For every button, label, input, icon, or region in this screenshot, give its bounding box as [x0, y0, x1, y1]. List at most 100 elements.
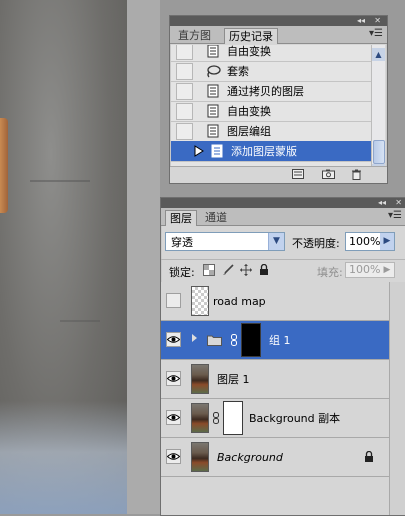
history-item-label: 自由变换 — [227, 105, 271, 118]
expand-triangle-icon[interactable] — [191, 333, 198, 346]
history-item-label: 图层编组 — [227, 125, 271, 138]
history-item-label: 添加图层蒙版 — [231, 145, 297, 158]
layer-lock-icon — [364, 450, 374, 465]
history-item[interactable]: 自由变换 — [171, 101, 371, 122]
wall-texture — [60, 320, 100, 322]
history-item-label: 自由变换 — [227, 45, 271, 58]
lock-label: 锁定: — [169, 266, 195, 279]
tab-history[interactable]: 历史记录 — [224, 28, 278, 44]
history-state-icon — [209, 143, 225, 159]
history-item[interactable]: 自由变换 — [171, 45, 371, 62]
collapse-icon[interactable]: ◂◂ — [357, 16, 365, 26]
lock-transparency-icon[interactable] — [203, 264, 215, 276]
canvas-figure — [0, 118, 8, 213]
history-snapshot-checkbox[interactable] — [176, 62, 193, 80]
opacity-label: 不透明度: — [292, 237, 340, 250]
chevron-down-icon[interactable]: ▼ — [268, 233, 284, 250]
layer-name[interactable]: Background — [217, 451, 283, 464]
history-item[interactable]: 通过拷贝的图层 — [171, 81, 371, 102]
lock-all-icon[interactable] — [258, 263, 270, 276]
history-state-icon — [205, 123, 221, 139]
document-canvas[interactable] — [0, 0, 127, 514]
blend-mode-value: 穿透 — [171, 236, 193, 249]
layer-mask-thumbnail[interactable] — [241, 323, 261, 357]
layer-row-background-copy[interactable]: Background 副本 — [161, 399, 389, 438]
scroll-up-icon[interactable]: ▲ — [372, 48, 385, 61]
visibility-toggle[interactable] — [166, 293, 181, 308]
eye-icon[interactable] — [166, 449, 181, 464]
panel-menu-icon[interactable]: ▾☰ — [369, 28, 383, 39]
lasso-icon — [205, 63, 221, 79]
history-item-selected[interactable]: 添加图层蒙版 — [171, 141, 371, 162]
layer-name[interactable]: 图层 1 — [217, 371, 250, 387]
history-item-label: 通过拷贝的图层 — [227, 85, 304, 98]
history-scrollbar[interactable]: ▲ ▼ — [371, 45, 385, 177]
link-chain-icon[interactable] — [213, 412, 219, 424]
history-snapshot-checkbox[interactable] — [176, 102, 193, 120]
layer-row-layer-1[interactable]: 图层 1 — [161, 360, 389, 399]
close-icon[interactable]: ✕ — [395, 198, 402, 208]
layer-name[interactable]: road map — [213, 295, 266, 308]
fill-value: 100% — [349, 263, 381, 276]
blend-options-row: 穿透 ▼ 不透明度: 100% ▶ — [161, 227, 405, 257]
panel-titlebar[interactable]: ◂◂ ✕ — [170, 16, 387, 26]
layer-thumbnail — [191, 364, 209, 394]
history-panel: ◂◂ ✕ 直方图 历史记录 ▾☰ 自由变换 套索 通过拷贝的图层 自由变换 图层… — [169, 15, 388, 184]
panel-menu-icon[interactable]: ▾☰ — [388, 210, 402, 221]
chevron-right-icon[interactable]: ▶ — [380, 263, 394, 277]
opacity-value: 100% — [349, 235, 381, 248]
tab-channels[interactable]: 通道 — [201, 210, 231, 225]
eye-icon[interactable] — [166, 371, 181, 386]
history-state-icon — [205, 103, 221, 119]
history-tabs: 直方图 历史记录 ▾☰ — [170, 26, 387, 44]
history-snapshot-checkbox[interactable] — [176, 82, 193, 100]
history-item[interactable]: 图层编组 — [171, 121, 371, 142]
new-document-from-state-icon[interactable] — [292, 169, 304, 179]
lock-pixels-brush-icon[interactable] — [222, 264, 234, 276]
layer-mask-thumbnail[interactable] — [223, 401, 243, 435]
eye-icon[interactable] — [166, 332, 181, 347]
blend-mode-select[interactable]: 穿透 ▼ — [165, 232, 285, 251]
lock-position-move-icon[interactable] — [240, 264, 252, 276]
tab-layers[interactable]: 图层 — [165, 210, 197, 226]
history-item-label: 套索 — [227, 65, 249, 78]
layers-scrollbar[interactable] — [389, 282, 405, 515]
history-snapshot-checkbox[interactable] — [176, 144, 191, 159]
lock-row: 锁定: 填充: 100% ▶ — [161, 259, 405, 280]
collapse-icon[interactable]: ◂◂ — [378, 198, 386, 208]
close-icon[interactable]: ✕ — [374, 16, 381, 26]
history-state-pointer-icon — [191, 143, 207, 159]
history-item[interactable]: 套索 — [171, 61, 371, 82]
wall-texture — [30, 180, 90, 182]
layer-row-road-map[interactable]: road map — [161, 282, 389, 321]
tab-histogram[interactable]: 直方图 — [174, 28, 215, 43]
opacity-input[interactable]: 100% ▶ — [345, 232, 395, 251]
history-list: 自由变换 套索 通过拷贝的图层 自由变换 图层编组 添加图层蒙版 — [171, 45, 371, 177]
scroll-thumb[interactable] — [373, 140, 385, 164]
folder-icon — [207, 334, 222, 349]
history-state-icon — [205, 83, 221, 99]
layer-thumbnail — [191, 403, 209, 433]
layer-row-group-1[interactable]: 组 1 — [161, 321, 389, 360]
panel-titlebar[interactable]: ◂◂ ✕ — [161, 198, 405, 208]
link-chain-icon[interactable] — [231, 334, 237, 346]
chevron-right-icon[interactable]: ▶ — [380, 233, 394, 250]
history-snapshot-checkbox[interactable] — [176, 122, 193, 140]
layer-name[interactable]: Background 副本 — [249, 410, 340, 426]
layer-list: road map 组 1 图层 1 Background 副本 Backgrou… — [161, 282, 389, 515]
layers-tabs: 图层 通道 ▾☰ — [161, 208, 405, 226]
fill-input[interactable]: 100% ▶ — [345, 262, 395, 278]
history-footer — [170, 166, 387, 183]
layer-name[interactable]: 组 1 — [269, 332, 291, 348]
history-snapshot-checkbox[interactable] — [176, 45, 193, 60]
layer-thumbnail — [191, 442, 209, 472]
eye-icon[interactable] — [166, 410, 181, 425]
camera-snapshot-icon[interactable] — [322, 169, 335, 179]
layer-row-background[interactable]: Background — [161, 438, 389, 477]
layer-thumbnail — [191, 286, 209, 316]
fill-label: 填充: — [317, 266, 343, 279]
history-state-icon — [205, 45, 221, 59]
layers-panel: ◂◂ ✕ 图层 通道 ▾☰ 穿透 ▼ 不透明度: 100% ▶ 锁定: 填充: — [160, 197, 405, 516]
trash-icon[interactable] — [351, 169, 363, 180]
workspace-background — [127, 0, 160, 514]
